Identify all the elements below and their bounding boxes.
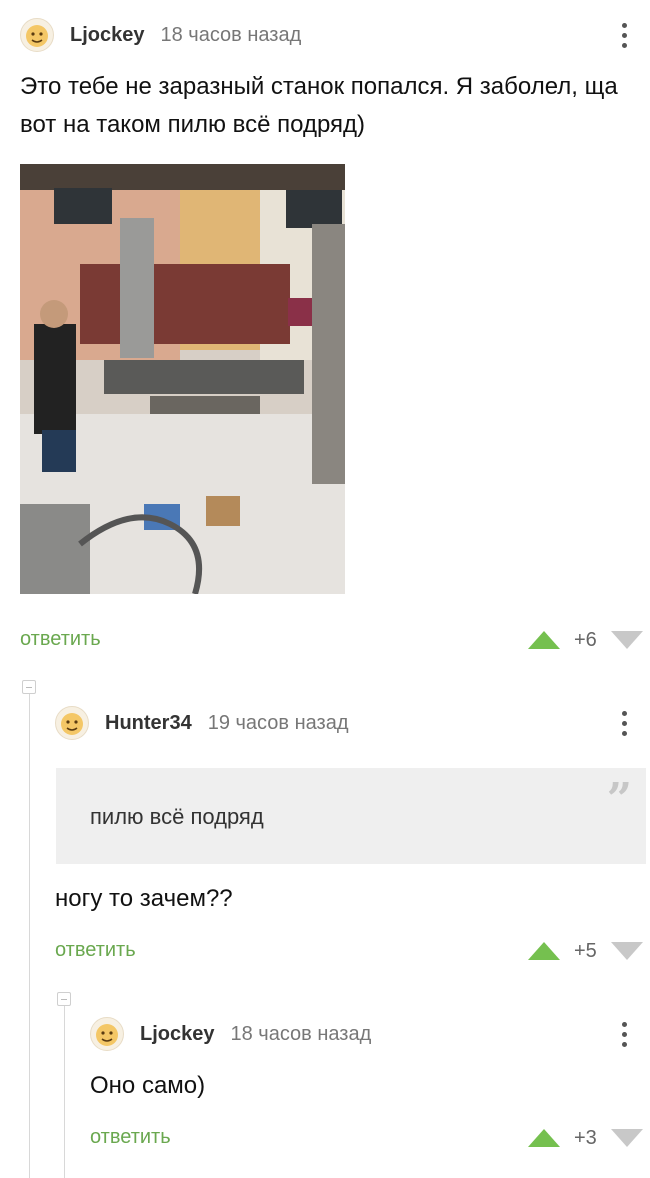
arrow-down-icon[interactable] bbox=[610, 631, 643, 649]
more-vertical-icon[interactable] bbox=[614, 706, 634, 740]
quote-icon: ” bbox=[606, 774, 632, 825]
comment-header: Hunter34 19 часов назад bbox=[55, 706, 348, 740]
avatar-face-icon bbox=[96, 1024, 118, 1046]
arrow-down-icon[interactable] bbox=[610, 942, 643, 960]
avatar[interactable] bbox=[20, 18, 54, 52]
reply-link[interactable]: ответить bbox=[90, 1126, 171, 1149]
comment-image[interactable] bbox=[20, 164, 345, 594]
more-vertical-icon[interactable] bbox=[614, 1017, 634, 1051]
score: +3 bbox=[574, 1126, 597, 1149]
vote-controls: +3 bbox=[528, 1126, 643, 1150]
vote-controls: +5 bbox=[528, 939, 643, 963]
comment-text: Это тебе не заразный станок попался. Я з… bbox=[20, 73, 618, 138]
arrow-up-icon[interactable] bbox=[528, 942, 560, 960]
comment-header: Ljockey 18 часов назад bbox=[90, 1017, 371, 1051]
avatar-face-icon bbox=[26, 25, 48, 47]
collapse-minus-icon[interactable] bbox=[57, 992, 71, 1006]
username[interactable]: Hunter34 bbox=[105, 712, 192, 735]
score: +6 bbox=[574, 628, 597, 651]
reply-link[interactable]: ответить bbox=[55, 939, 136, 962]
avatar-face-icon bbox=[61, 713, 83, 735]
timestamp: 18 часов назад bbox=[230, 1022, 372, 1045]
arrow-down-icon[interactable] bbox=[610, 1129, 643, 1147]
quote-text: пилю всё подряд bbox=[90, 804, 264, 829]
comment-text: Оно само) bbox=[90, 1072, 206, 1099]
quote-block: ” пилю всё подряд bbox=[56, 768, 646, 864]
timestamp: 18 часов назад bbox=[160, 23, 302, 46]
username[interactable]: Ljockey bbox=[70, 24, 144, 47]
workshop-photo bbox=[20, 164, 345, 594]
reply-link[interactable]: ответить bbox=[20, 628, 101, 651]
collapse-minus-icon[interactable] bbox=[22, 680, 36, 694]
thread-line bbox=[29, 694, 30, 1178]
thread-line bbox=[64, 1006, 65, 1178]
comment-header: Ljockey 18 часов назад bbox=[20, 18, 301, 52]
vote-controls: +6 bbox=[528, 628, 643, 652]
timestamp: 19 часов назад bbox=[207, 711, 349, 734]
score: +5 bbox=[574, 939, 597, 962]
comment-text: ногу то зачем?? bbox=[55, 885, 233, 912]
arrow-up-icon[interactable] bbox=[528, 631, 560, 649]
avatar[interactable] bbox=[90, 1017, 124, 1051]
username[interactable]: Ljockey bbox=[140, 1023, 214, 1046]
more-vertical-icon[interactable] bbox=[614, 18, 634, 52]
arrow-up-icon[interactable] bbox=[528, 1129, 560, 1147]
avatar[interactable] bbox=[55, 706, 89, 740]
